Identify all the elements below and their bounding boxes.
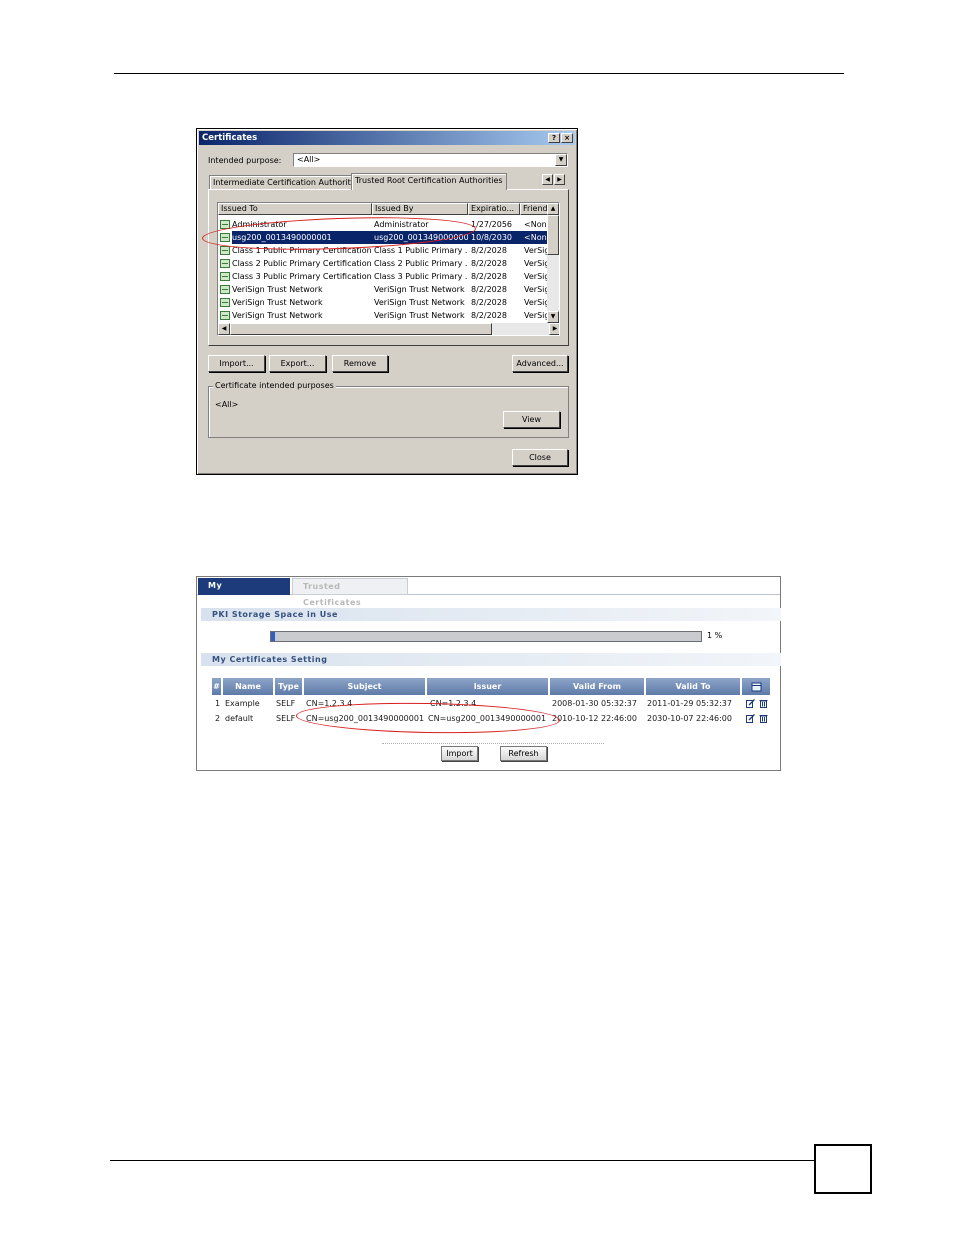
help-button[interactable]: ? (548, 133, 560, 143)
scroll-left-icon[interactable]: ◀ (218, 323, 230, 335)
storage-percent: 1 % (707, 631, 723, 640)
row-1-number: 1 (215, 699, 221, 708)
table-divider (382, 743, 604, 744)
storage-progress-bar (270, 631, 702, 642)
close-icon[interactable]: × (561, 133, 573, 143)
tab-trusted-certificates[interactable]: Trusted Certificates (292, 578, 408, 607)
horizontal-scrollbar[interactable]: ◀ ▶ (218, 323, 559, 335)
vertical-scrollbar[interactable]: ▲ ▼ (547, 203, 559, 323)
column-name[interactable]: Name (223, 678, 274, 695)
page-number-box (814, 1144, 872, 1194)
delete-icon[interactable] (759, 699, 768, 708)
certificate-icon (220, 246, 230, 255)
tab-scroll-left-icon[interactable]: ◀ (542, 174, 553, 185)
list-item[interactable]: Class 2 Public Primary Certification ...… (218, 257, 549, 270)
column-subject[interactable]: Subject (304, 678, 426, 695)
tab-intermediate[interactable]: Intermediate Certification Authorities (209, 175, 367, 190)
column-issued-to[interactable]: Issued To (218, 203, 372, 215)
list-item[interactable]: VeriSign Trust Network VeriSign Trust Ne… (218, 309, 549, 322)
column-valid-to[interactable]: Valid To (646, 678, 741, 695)
row-2-type: SELF (276, 714, 296, 723)
group-value: <All> (215, 400, 239, 409)
column-number: # (212, 678, 222, 695)
header-rule (114, 73, 844, 74)
row-2-number: 2 (215, 714, 221, 723)
chevron-down-icon[interactable]: ▼ (555, 154, 567, 166)
setting-section-title: My Certificates Setting (201, 653, 781, 666)
intended-purposes-group: Certificate intended purposes <All> View (208, 381, 569, 438)
row-2-valid-from: 2010-10-12 22:46:00 (552, 714, 637, 723)
web-tab-bar: My Certificates Trusted Certificates (197, 577, 780, 607)
scroll-thumb-horizontal[interactable] (230, 323, 492, 335)
column-friendly[interactable]: Friend (520, 203, 550, 215)
scroll-right-icon[interactable]: ▶ (549, 323, 559, 335)
tab-my-certificates[interactable]: My Certificates (198, 578, 290, 606)
web-import-button[interactable]: Import (441, 746, 478, 761)
row-1-valid-to: 2011-01-29 05:32:37 (647, 699, 732, 708)
close-button[interactable]: Close (512, 449, 568, 466)
column-issuer[interactable]: Issuer (427, 678, 549, 695)
footer-rule (110, 1160, 814, 1161)
scroll-up-icon[interactable]: ▲ (547, 203, 559, 215)
tab-scroll-right-icon[interactable]: ▶ (554, 174, 565, 185)
add-certificate-icon[interactable] (751, 682, 762, 692)
row-1-type: SELF (276, 699, 296, 708)
edit-icon[interactable] (746, 714, 755, 723)
storage-progress-fill (271, 632, 276, 641)
group-title: Certificate intended purposes (213, 381, 336, 390)
certificate-icon (220, 259, 230, 268)
certificate-icon (220, 272, 230, 281)
column-expiration[interactable]: Expiratio... (468, 203, 520, 215)
list-item[interactable]: Class 3 Public Primary Certification ...… (218, 270, 549, 283)
import-button[interactable]: Import... (208, 355, 265, 372)
column-actions (742, 678, 771, 695)
list-item[interactable]: VeriSign Trust Network VeriSign Trust Ne… (218, 283, 549, 296)
certificates-dialog: Certificates ? × Intended purpose: <All>… (196, 128, 578, 475)
storage-section-title: PKI Storage Space in Use (201, 608, 781, 621)
row-2-name: default (225, 714, 254, 723)
scroll-down-icon[interactable]: ▼ (547, 311, 559, 323)
export-button[interactable]: Export... (269, 355, 326, 372)
certificate-icon (220, 311, 230, 320)
list-item[interactable]: VeriSign Trust Network VeriSign Trust Ne… (218, 296, 549, 309)
purpose-label: Intended purpose: (208, 156, 282, 165)
edit-icon[interactable] (746, 699, 755, 708)
advanced-button[interactable]: Advanced... (512, 355, 568, 372)
view-button[interactable]: View (503, 411, 560, 428)
web-refresh-button[interactable]: Refresh (500, 746, 547, 761)
scroll-thumb[interactable] (547, 215, 559, 255)
delete-icon[interactable] (759, 714, 768, 723)
list-header: Issued To Issued By Expiratio... Friend (218, 203, 550, 215)
dialog-title: Certificates (202, 133, 258, 143)
column-type[interactable]: Type (275, 678, 303, 695)
tab-scroll[interactable]: ◀ ▶ (542, 174, 566, 185)
row-1-valid-from: 2008-01-30 05:32:37 (552, 699, 637, 708)
row-1-name: Example (225, 699, 260, 708)
column-valid-from[interactable]: Valid From (550, 678, 645, 695)
web-certificates-panel: My Certificates Trusted Certificates PKI… (196, 576, 781, 771)
purpose-select[interactable]: <All> ▼ (293, 153, 568, 167)
dialog-title-bar: Certificates (199, 131, 575, 145)
certificate-icon (220, 298, 230, 307)
remove-button[interactable]: Remove (332, 355, 388, 372)
certificate-icon (220, 285, 230, 294)
tab-trusted-root[interactable]: Trusted Root Certification Authorities (351, 173, 507, 190)
column-issued-by[interactable]: Issued By (372, 203, 468, 215)
row-2-valid-to: 2030-10-07 22:46:00 (647, 714, 732, 723)
